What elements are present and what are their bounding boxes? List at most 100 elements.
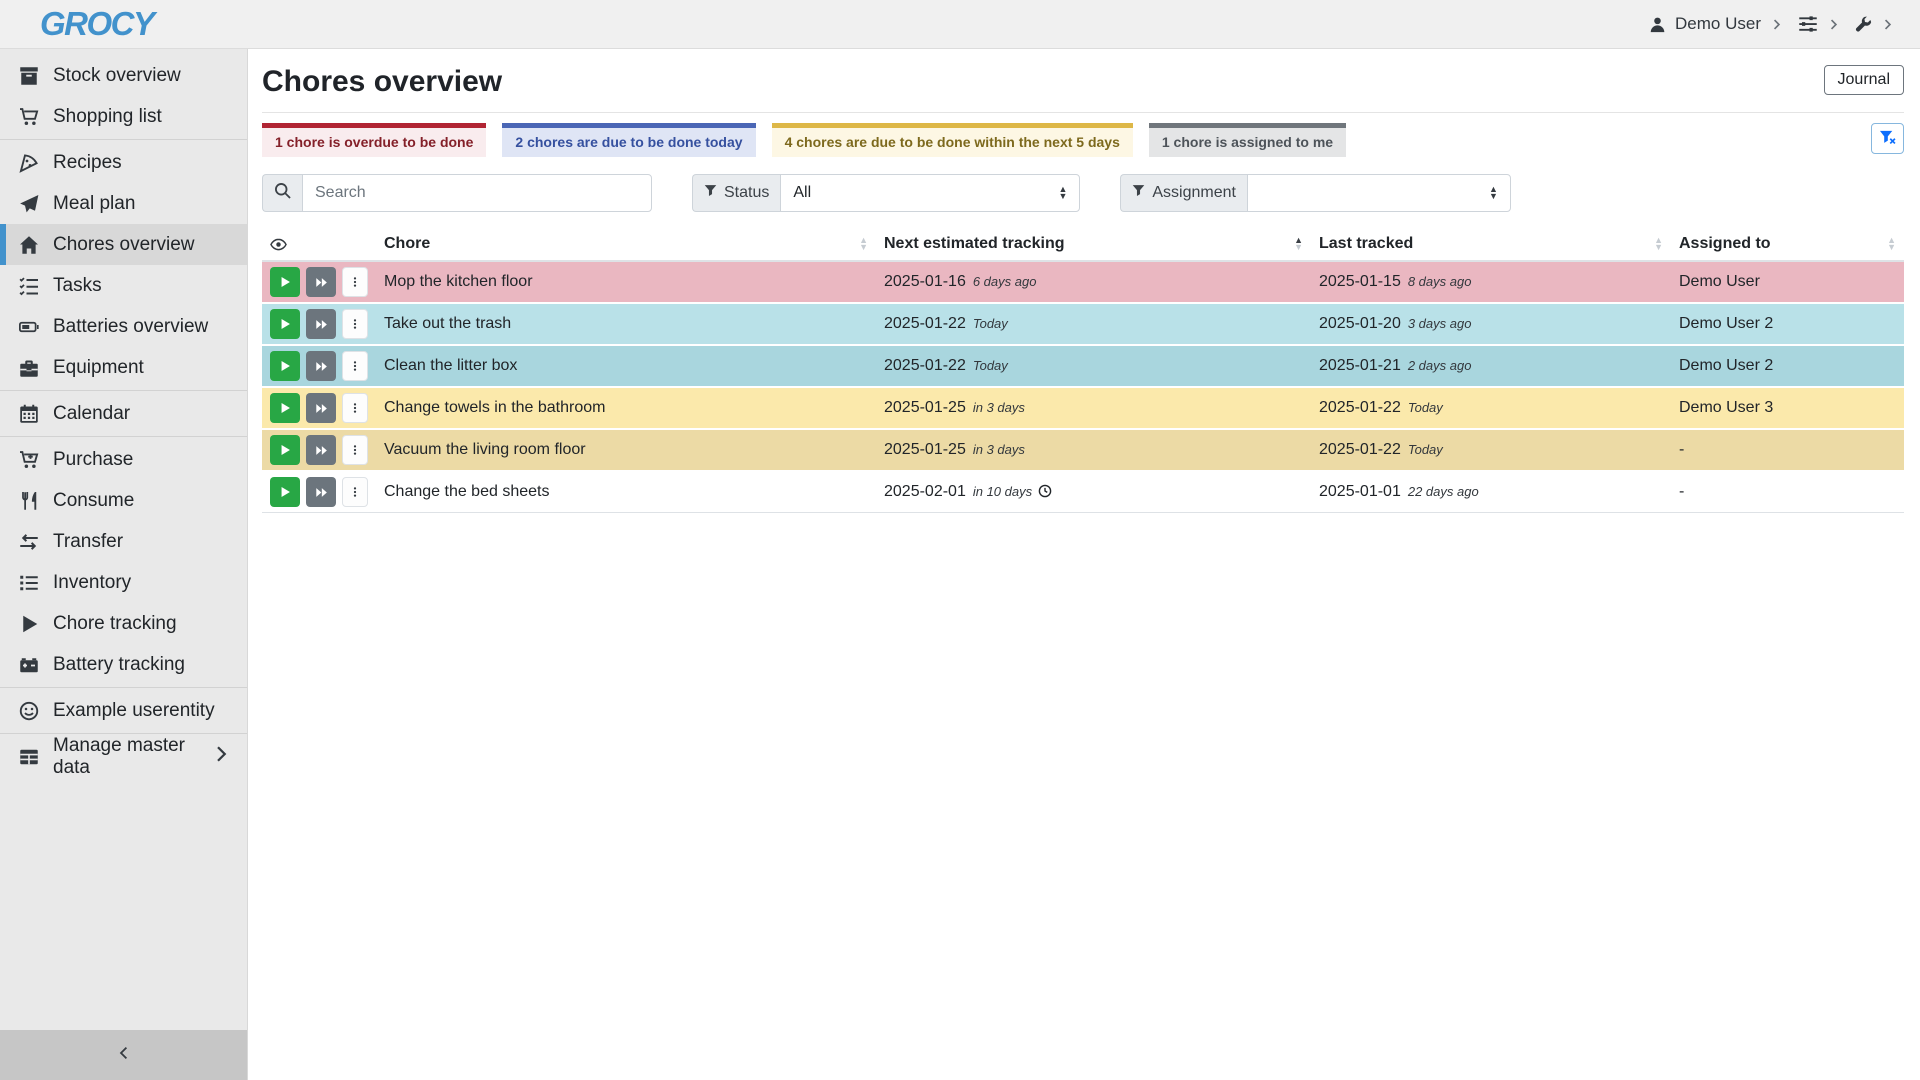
home-icon	[19, 235, 39, 255]
calendar-icon	[19, 404, 39, 424]
forward-icon	[315, 360, 328, 373]
track-chore-button[interactable]	[270, 267, 300, 297]
column-visibility-header[interactable]	[262, 228, 376, 261]
admin-menu[interactable]	[1855, 16, 1894, 33]
alert-overdue[interactable]: 1 chore is overdue to be done	[262, 123, 486, 157]
track-chore-button[interactable]	[270, 351, 300, 381]
table-header-row: Chore▲▼ Next estimated tracking▲▼ Last t…	[262, 228, 1904, 261]
sort-icon-active-asc: ▲▼	[1294, 237, 1303, 251]
sidebar-item-label: Recipes	[53, 152, 122, 174]
sidebar-item-tasks[interactable]: Tasks	[0, 265, 247, 306]
journal-button[interactable]: Journal	[1824, 65, 1904, 95]
sidebar-item-example-userentity[interactable]: Example userentity	[0, 690, 247, 731]
grocy-logo[interactable]: GROCY	[40, 5, 154, 43]
sidebar-item-stock-overview[interactable]: Stock overview	[0, 55, 247, 96]
chevron-left-icon	[116, 1045, 132, 1066]
assignment-filter-label: Assignment	[1120, 174, 1247, 212]
skip-chore-button[interactable]	[306, 435, 336, 465]
sidebar-item-label: Chore tracking	[53, 613, 177, 635]
forward-icon	[315, 486, 328, 499]
alert-assigned-to-me[interactable]: 1 chore is assigned to me	[1149, 123, 1346, 157]
sidebar-item-meal-plan[interactable]: Meal plan	[0, 183, 247, 224]
sort-icon: ▲▼	[859, 237, 868, 251]
chore-name: Mop the kitchen floor	[376, 261, 876, 303]
sidebar-item-inventory[interactable]: Inventory	[0, 562, 247, 603]
assignment-select[interactable]: ▲▼	[1247, 174, 1511, 212]
search-input[interactable]	[302, 174, 652, 212]
sidebar-item-label: Shopping list	[53, 106, 162, 128]
row-menu-button[interactable]	[342, 267, 368, 297]
chore-name: Change the bed sheets	[376, 471, 876, 513]
row-menu-button[interactable]	[342, 393, 368, 423]
search-icon	[274, 182, 291, 204]
sidebar-item-chore-tracking[interactable]: Chore tracking	[0, 603, 247, 644]
grocy-app: GROCY Demo User Stock overview	[0, 0, 1920, 1080]
track-chore-button[interactable]	[270, 477, 300, 507]
assigned-to: -	[1671, 471, 1904, 513]
track-chore-button[interactable]	[270, 309, 300, 339]
sidebar-item-batteries-overview[interactable]: Batteries overview	[0, 306, 247, 347]
cart-icon	[19, 107, 39, 127]
alert-due-today[interactable]: 2 chores are due to be done today	[502, 123, 755, 157]
play-icon	[279, 276, 291, 288]
skip-chore-button[interactable]	[306, 267, 336, 297]
sidebar-item-battery-tracking[interactable]: Battery tracking	[0, 644, 247, 685]
chore-name: Change towels in the bathroom	[376, 387, 876, 429]
sidebar-item-label: Meal plan	[53, 193, 135, 215]
table-row: Mop the kitchen floor 2025-01-166 days a…	[262, 261, 1904, 303]
status-filter-group: Status All ▲▼	[692, 174, 1080, 212]
chevron-right-icon	[1770, 18, 1783, 31]
settings-menu[interactable]	[1798, 14, 1840, 34]
chevron-right-icon	[1827, 18, 1840, 31]
car-battery-icon	[19, 655, 39, 675]
row-menu-button[interactable]	[342, 309, 368, 339]
row-menu-button[interactable]	[342, 477, 368, 507]
track-chore-button[interactable]	[270, 393, 300, 423]
sidebar-item-consume[interactable]: Consume	[0, 480, 247, 521]
sidebar-item-purchase[interactable]: Purchase	[0, 439, 247, 480]
sidebar-item-calendar[interactable]: Calendar	[0, 393, 247, 434]
checklist-icon	[19, 276, 39, 296]
sidebar-item-manage-master-data[interactable]: Manage master data	[0, 736, 247, 777]
sidebar-item-label: Stock overview	[53, 65, 181, 87]
cart-plus-icon	[19, 450, 39, 470]
row-menu-button[interactable]	[342, 435, 368, 465]
table-icon	[19, 747, 39, 767]
user-icon	[1649, 16, 1666, 33]
sidebar-item-equipment[interactable]: Equipment	[0, 347, 247, 388]
row-menu-button[interactable]	[342, 351, 368, 381]
sidebar-collapse-button[interactable]	[0, 1030, 247, 1080]
skip-chore-button[interactable]	[306, 309, 336, 339]
column-header-chore[interactable]: Chore▲▼	[376, 228, 876, 261]
sidebar-item-label: Battery tracking	[53, 654, 185, 676]
ellipsis-vertical-icon	[349, 275, 361, 289]
chores-table: Chore▲▼ Next estimated tracking▲▼ Last t…	[262, 228, 1904, 513]
assigned-to: Demo User 2	[1671, 345, 1904, 387]
sidebar-item-transfer[interactable]: Transfer	[0, 521, 247, 562]
skip-chore-button[interactable]	[306, 393, 336, 423]
clear-filter-button[interactable]	[1871, 123, 1904, 154]
table-row: Clean the litter box 2025-01-22Today 202…	[262, 345, 1904, 387]
skip-chore-button[interactable]	[306, 351, 336, 381]
sidebar-divider	[0, 390, 247, 391]
topbar-actions: Demo User	[1649, 14, 1894, 34]
status-select[interactable]: All ▲▼	[780, 174, 1080, 212]
play-icon	[279, 360, 291, 372]
select-caret-icon: ▲▼	[1046, 186, 1067, 200]
alert-due-soon[interactable]: 4 chores are due to be done within the n…	[772, 123, 1133, 157]
column-header-last-tracked[interactable]: Last tracked▲▼	[1311, 228, 1671, 261]
skip-chore-button[interactable]	[306, 477, 336, 507]
status-filter-label: Status	[692, 174, 780, 212]
sidebar-item-shopping-list[interactable]: Shopping list	[0, 96, 247, 137]
forward-icon	[315, 318, 328, 331]
track-chore-button[interactable]	[270, 435, 300, 465]
assigned-to: -	[1671, 429, 1904, 471]
column-header-next-estimated-tracking[interactable]: Next estimated tracking▲▼	[876, 228, 1311, 261]
column-header-assigned-to[interactable]: Assigned to▲▼	[1671, 228, 1904, 261]
sidebar-item-label: Chores overview	[53, 234, 195, 256]
user-menu[interactable]: Demo User	[1649, 14, 1783, 34]
sidebar-divider	[0, 139, 247, 140]
select-caret-icon: ▲▼	[1477, 186, 1498, 200]
sidebar-item-recipes[interactable]: Recipes	[0, 142, 247, 183]
sidebar-item-chores-overview[interactable]: Chores overview	[0, 224, 247, 265]
